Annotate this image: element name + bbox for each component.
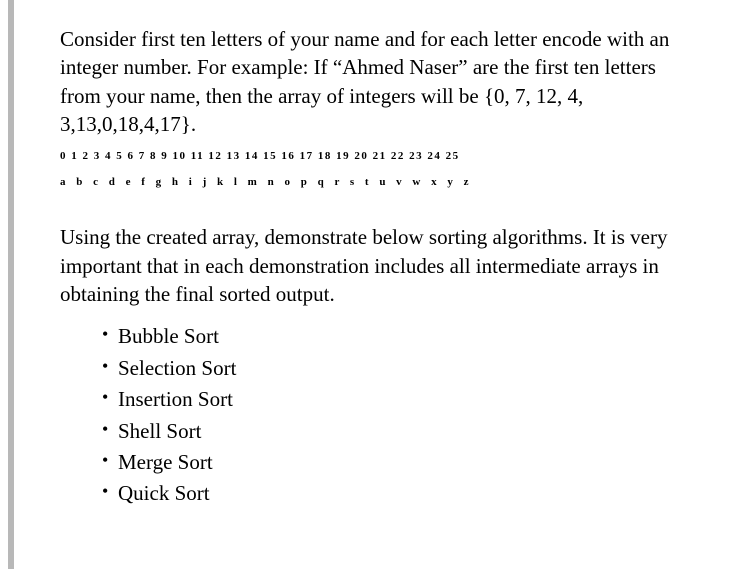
number-mapping-row: 0 1 2 3 4 5 6 7 8 9 10 11 12 13 14 15 16… <box>60 150 700 162</box>
list-item: Bubble Sort <box>102 322 700 351</box>
list-item: Shell Sort <box>102 417 700 446</box>
left-vertical-border <box>8 0 14 569</box>
list-item: Selection Sort <box>102 354 700 383</box>
task-paragraph: Using the created array, demonstrate bel… <box>60 223 700 308</box>
list-item: Insertion Sort <box>102 385 700 414</box>
intro-paragraph: Consider first ten letters of your name … <box>60 25 700 138</box>
letter-mapping-row: a b c d e f g h i j k l m n o p q r s t … <box>60 176 700 188</box>
algorithm-list: Bubble Sort Selection Sort Insertion Sor… <box>60 322 700 508</box>
list-item: Quick Sort <box>102 479 700 508</box>
list-item: Merge Sort <box>102 448 700 477</box>
